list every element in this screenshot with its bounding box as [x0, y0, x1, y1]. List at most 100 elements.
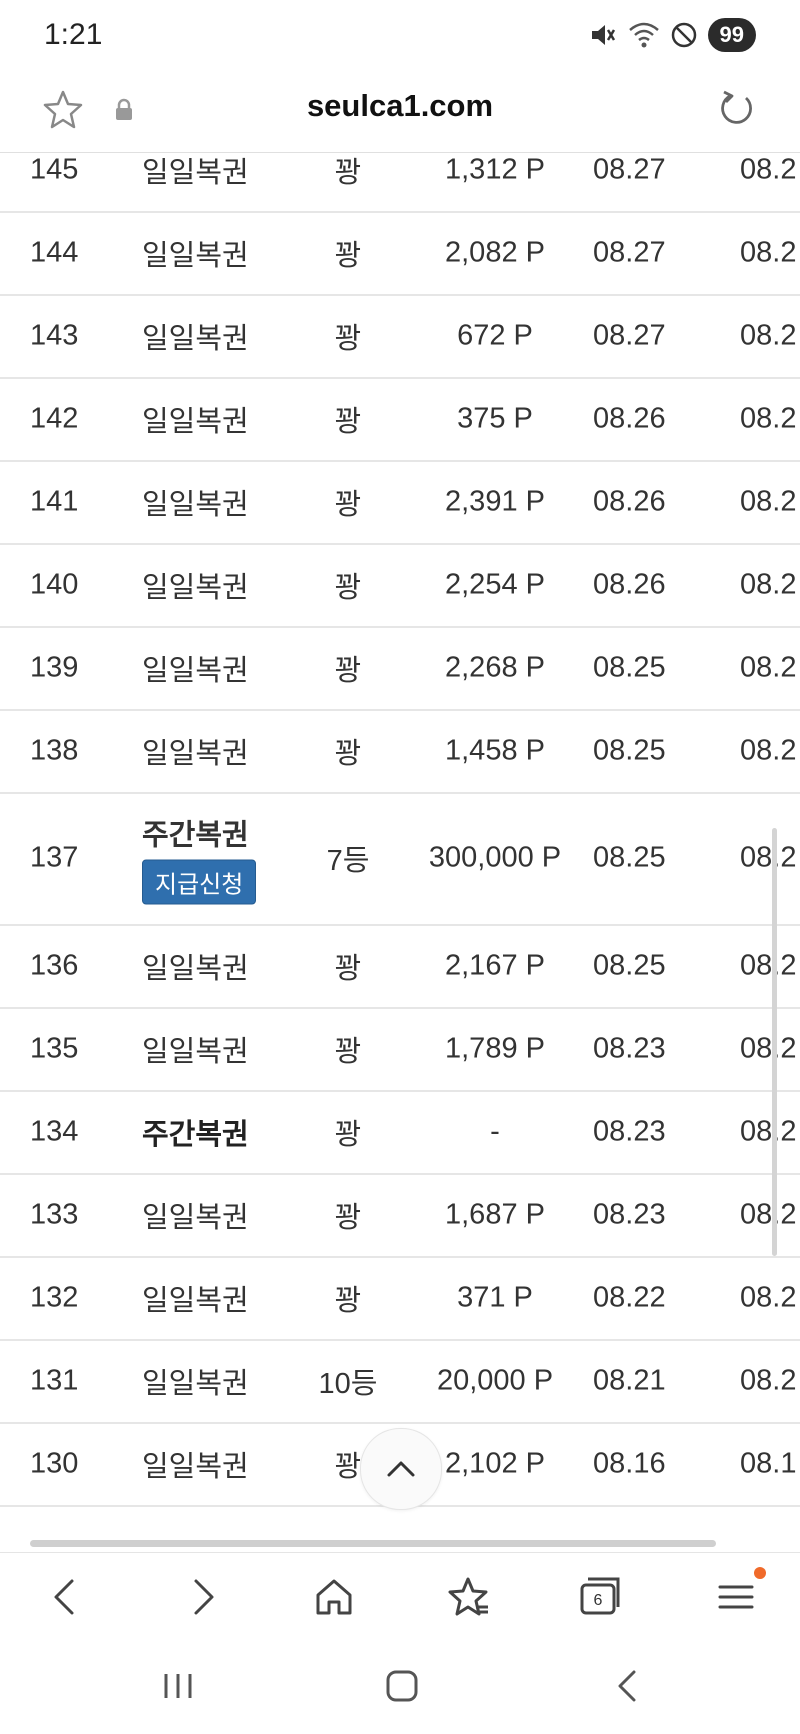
prize-rank: 꽝	[334, 1201, 362, 1234]
table-row[interactable]: 135 일일복권 꽝 1,789 P 08.23 08.2	[0, 1007, 800, 1092]
draw-date: 08.26	[593, 568, 666, 600]
prize-amount: 300,000 P	[428, 841, 562, 874]
system-back-icon[interactable]	[610, 1668, 646, 1708]
lottery-type: 일일복권	[142, 952, 249, 985]
status-time: 1:21	[44, 18, 103, 51]
table-row[interactable]: 131 일일복권 10등 20,000 P 08.21 08.2	[0, 1339, 800, 1424]
prize-rank: 10등	[318, 1367, 378, 1400]
prize-amount: 375 P	[457, 402, 533, 434]
lottery-type-cell: 주간복권지급신청	[142, 812, 257, 905]
table-row[interactable]: 136 일일복권 꽝 2,167 P 08.25 08.2	[0, 924, 800, 1009]
row-number: 144	[30, 236, 79, 268]
prize-amount: 2,102 P	[445, 1447, 545, 1479]
prize-rank: 꽝	[334, 571, 362, 604]
lottery-type: 일일복권	[142, 737, 249, 770]
reload-icon[interactable]	[716, 88, 756, 132]
expiry-date: 08.1	[740, 1447, 797, 1479]
table-row[interactable]: 138 일일복권 꽝 1,458 P 08.25 08.2	[0, 709, 800, 794]
row-number: 130	[30, 1447, 79, 1479]
table-row[interactable]: 141 일일복권 꽝 2,391 P 08.26 08.2	[0, 460, 800, 545]
prize-amount: 2,254 P	[445, 568, 545, 600]
home-icon[interactable]	[312, 1575, 356, 1619]
expiry-date: 08.2	[740, 841, 797, 874]
prize-rank: 꽝	[334, 156, 362, 189]
lottery-type: 주간복권	[142, 819, 249, 852]
row-number: 131	[30, 1364, 79, 1396]
prize-rank: 꽝	[334, 1035, 362, 1068]
draw-date: 08.26	[593, 402, 666, 434]
row-number: 134	[30, 1115, 79, 1147]
prize-amount: 1,687 P	[445, 1198, 545, 1230]
table-row[interactable]: 139 일일복권 꽝 2,268 P 08.25 08.2	[0, 626, 800, 711]
table-row[interactable]: 142 일일복권 꽝 375 P 08.26 08.2	[0, 377, 800, 462]
table-row[interactable]: 144 일일복권 꽝 2,082 P 08.27 08.2	[0, 211, 800, 296]
payment-request-button[interactable]: 지급신청	[142, 859, 257, 905]
expiry-date: 08.2	[740, 402, 797, 434]
expiry-date: 08.2	[740, 568, 797, 600]
expiry-date: 08.2	[740, 651, 797, 683]
lottery-history-table[interactable]: 145 일일복권 꽝 1,312 P 08.27 08.2 144 일일복권 꽝 2,082 P0…	[0, 138, 800, 1550]
notification-dot	[754, 1567, 766, 1579]
lottery-type: 일일복권	[142, 488, 249, 521]
draw-date: 08.21	[593, 1364, 666, 1396]
prize-amount: 20,000 P	[436, 1364, 554, 1396]
scroll-to-top-button[interactable]	[360, 1428, 442, 1510]
lottery-type: 일일복권	[142, 239, 249, 272]
draw-date: 08.16	[593, 1447, 666, 1479]
prize-amount: 1,789 P	[445, 1032, 545, 1064]
draw-date: 08.22	[593, 1281, 666, 1313]
prize-rank: 꽝	[334, 1118, 362, 1151]
lottery-type: 일일복권	[142, 1201, 249, 1234]
draw-date: 08.25	[593, 651, 666, 683]
prize-amount: 1,458 P	[445, 734, 545, 766]
table-row[interactable]: 137 주간복권 지급신청 7등 300,000 P 08.25 08.2	[0, 792, 800, 926]
bookmarks-icon[interactable]	[446, 1575, 490, 1619]
table-row[interactable]: 140 일일복권 꽝 2,254 P 08.26 08.2	[0, 543, 800, 628]
home-button-icon[interactable]	[384, 1668, 420, 1708]
prize-rank: 꽝	[334, 322, 362, 355]
prize-amount: 371 P	[457, 1281, 533, 1313]
prize-rank: 꽝	[334, 1284, 362, 1317]
prize-amount: 2,268 P	[445, 651, 545, 683]
prize-rank: 꽝	[334, 239, 362, 272]
row-number: 142	[30, 402, 79, 434]
url-text[interactable]: seulca1.com	[0, 88, 800, 124]
table-row[interactable]: 145 일일복권 꽝 1,312 P 08.27 08.2	[0, 138, 800, 213]
forward-icon[interactable]	[180, 1575, 224, 1619]
draw-date: 08.25	[593, 949, 666, 981]
draw-date: 08.25	[593, 841, 666, 874]
system-nav-bar	[0, 1638, 800, 1734]
horizontal-scrollbar[interactable]	[30, 1540, 716, 1547]
lottery-type: 일일복권	[142, 1035, 249, 1068]
table-row[interactable]: 134 주간복권 꽝 - 08.23 08.2	[0, 1090, 800, 1175]
draw-date: 08.23	[593, 1032, 666, 1064]
row-number: 135	[30, 1032, 79, 1064]
draw-date: 08.27	[593, 319, 666, 351]
expiry-date: 08.2	[740, 1032, 797, 1064]
row-number: 137	[30, 841, 79, 874]
row-number: 132	[30, 1281, 79, 1313]
draw-date: 08.27	[593, 153, 666, 185]
table-row[interactable]: 143 일일복권 꽝 672 P 08.27 08.2	[0, 294, 800, 379]
draw-date: 08.23	[593, 1198, 666, 1230]
draw-date: 08.26	[593, 485, 666, 517]
expiry-date: 08.2	[740, 734, 797, 766]
tabs-icon[interactable]: 6	[578, 1575, 622, 1619]
table-row[interactable]: 132 일일복권 꽝 371 P 08.22 08.2	[0, 1256, 800, 1341]
prize-amount: 2,082 P	[445, 236, 545, 268]
tabs-count: 6	[593, 1592, 603, 1609]
battery-indicator: 99	[707, 18, 756, 52]
expiry-date: 08.2	[740, 485, 797, 517]
recent-apps-icon[interactable]	[160, 1668, 196, 1708]
lottery-type: 일일복권	[142, 571, 249, 604]
expiry-date: 08.2	[740, 1281, 797, 1313]
prize-amount: 2,167 P	[445, 949, 545, 981]
wifi-icon	[628, 20, 660, 50]
expiry-date: 08.2	[740, 236, 797, 268]
table-row[interactable]: 133 일일복권 꽝 1,687 P 08.23 08.2	[0, 1173, 800, 1258]
lottery-type: 일일복권	[142, 322, 249, 355]
menu-icon[interactable]	[714, 1567, 766, 1619]
browser-bottom-nav: 6	[0, 1552, 800, 1639]
vertical-scrollbar[interactable]	[772, 828, 777, 1256]
back-icon[interactable]	[44, 1575, 88, 1619]
